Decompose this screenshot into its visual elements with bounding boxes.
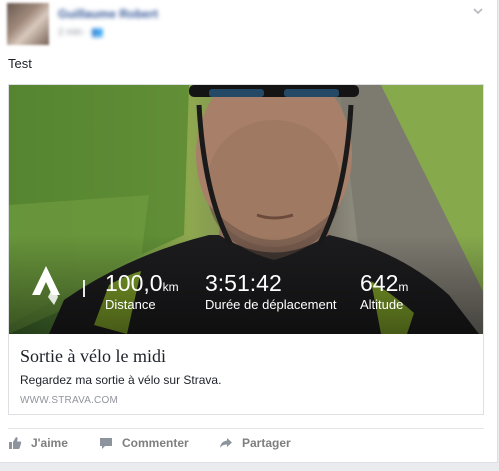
stat-duration-label: Durée de déplacement	[205, 297, 337, 312]
chevron-down-icon[interactable]	[472, 6, 484, 16]
stat-distance-value: 100,0km	[105, 270, 179, 296]
stat-altitude-label: Altitude	[360, 297, 404, 312]
post-text: Test	[8, 56, 32, 71]
link-description: Regardez ma sortie à vélo sur Strava.	[20, 373, 222, 387]
share-label: Partager	[242, 436, 291, 450]
link-attachment[interactable]: 100,0km Distance 3:51:42 Durée de déplac…	[8, 84, 484, 415]
stat-altitude-value: 642m	[360, 270, 409, 296]
author-name[interactable]: Guillaume Robert	[58, 8, 182, 20]
comment-label: Commenter	[122, 436, 189, 450]
stat-duration-value: 3:51:42	[205, 270, 282, 296]
share-icon	[220, 438, 232, 448]
thumbs-up-icon	[9, 437, 22, 449]
stat-distance-label: Distance	[105, 297, 156, 312]
share-button[interactable]: Partager	[219, 434, 291, 452]
divider	[8, 428, 484, 429]
like-label: J'aime	[31, 436, 68, 450]
avatar[interactable]	[7, 3, 49, 45]
link-domain: WWW.STRAVA.COM	[20, 395, 118, 406]
post-timestamp[interactable]: 2 min · 👥	[58, 28, 104, 38]
like-button[interactable]: J'aime	[8, 434, 68, 452]
comment-icon	[100, 438, 112, 449]
link-title[interactable]: Sortie à vélo le midi	[20, 345, 166, 367]
feed-post: Guillaume Robert 2 min · 👥 Test 100,0km …	[0, 0, 498, 463]
comment-button[interactable]: Commenter	[99, 434, 189, 452]
